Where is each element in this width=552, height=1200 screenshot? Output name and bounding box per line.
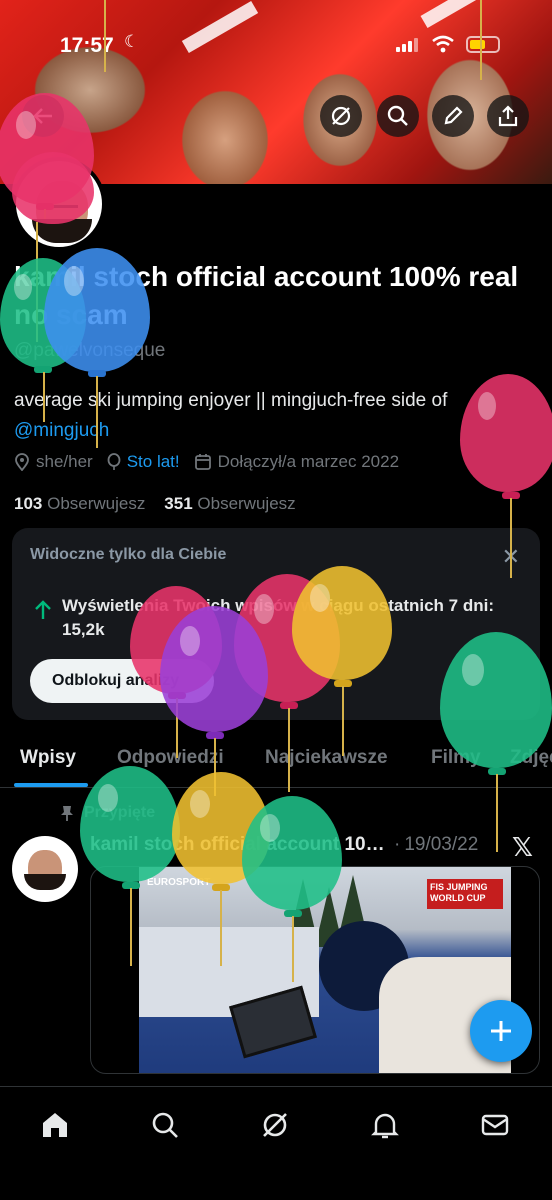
following-stat[interactable]: 103 Obserwujesz bbox=[14, 494, 145, 513]
tab-replies[interactable]: Odpowiedzi bbox=[117, 747, 224, 769]
active-tab-indicator bbox=[14, 783, 88, 787]
status-time: 17:57 bbox=[60, 34, 114, 57]
analytics-card-text: Wyświetlenia Twoich wpisów w ciągu ostat… bbox=[62, 596, 494, 639]
pin-icon bbox=[61, 806, 73, 821]
nav-grok[interactable] bbox=[255, 1105, 295, 1145]
profile-meta: she/her Sto lat! Dołączył/a marzec 2022 bbox=[14, 452, 413, 472]
wifi-icon bbox=[431, 34, 455, 59]
banner-flag-stripe bbox=[420, 0, 480, 29]
profile-handle: @pawelvonseque bbox=[14, 340, 166, 361]
status-bar: 17:57 ☾ bbox=[0, 30, 552, 60]
post-date[interactable]: 19/03/22 bbox=[404, 834, 478, 856]
profile-display-name: kamil stoch official account 100% real n… bbox=[14, 261, 519, 330]
media-logo: EUROSPORT bbox=[147, 877, 211, 888]
analytics-card-title: Widoczne tylko dla Ciebie bbox=[30, 546, 227, 563]
balloon-icon bbox=[107, 453, 121, 470]
share-button[interactable] bbox=[487, 95, 529, 137]
moon-icon: ☾ bbox=[124, 32, 140, 51]
grok-icon bbox=[263, 1113, 287, 1137]
signal-icon bbox=[396, 38, 418, 52]
nav-notifications[interactable] bbox=[365, 1105, 405, 1145]
close-icon[interactable]: ✕ bbox=[502, 544, 520, 570]
location-pin-icon bbox=[15, 453, 29, 471]
calendar-icon bbox=[194, 454, 211, 470]
bio-mention-link[interactable]: @mingjuch bbox=[14, 420, 109, 441]
unlock-analytics-button[interactable]: Odblokuj analizy bbox=[30, 659, 214, 703]
grok-button[interactable] bbox=[320, 95, 362, 137]
battery-icon bbox=[466, 36, 500, 53]
follow-stats: 103 Obserwujesz 351 Obserwujesz bbox=[14, 494, 296, 514]
post-separator: · bbox=[394, 834, 401, 855]
post-photo: EUROSPORT FIS JUMPING WORLD CUP bbox=[139, 867, 511, 1073]
pinned-label: Przypięte bbox=[60, 804, 155, 822]
bell-icon bbox=[371, 1113, 399, 1139]
profile-banner[interactable] bbox=[0, 0, 552, 184]
plus-icon bbox=[491, 1021, 511, 1041]
media-banner-text: FIS JUMPING WORLD CUP bbox=[427, 879, 503, 909]
grok-icon bbox=[331, 106, 351, 126]
arrow-up-icon bbox=[35, 600, 51, 619]
profile-bio: average ski jumping enjoyer || mingjuch-… bbox=[14, 386, 544, 446]
search-icon bbox=[387, 105, 408, 126]
tab-highlights[interactable]: Najciekawsze bbox=[265, 747, 388, 769]
home-icon bbox=[43, 1113, 67, 1137]
nav-explore[interactable] bbox=[145, 1105, 185, 1145]
pencil-icon bbox=[444, 106, 463, 125]
meta-joined: Dołączył/a marzec 2022 bbox=[194, 452, 399, 472]
share-icon bbox=[498, 105, 518, 127]
edit-button[interactable] bbox=[432, 95, 474, 137]
compose-button[interactable] bbox=[470, 1000, 532, 1062]
profile-tabs: Wpisy Odpowiedzi Najciekawsze Filmy Zdję… bbox=[0, 738, 552, 788]
post-author-avatar[interactable] bbox=[12, 836, 78, 902]
x-logo-icon[interactable]: 𝕏 bbox=[512, 832, 533, 863]
nav-messages[interactable] bbox=[475, 1105, 515, 1145]
mail-icon bbox=[481, 1114, 509, 1136]
search-button[interactable] bbox=[377, 95, 419, 137]
post-header: kamil stoch official account 100% real n… bbox=[90, 834, 500, 856]
bio-text: average ski jumping enjoyer || mingjuch-… bbox=[14, 390, 448, 411]
nav-home[interactable] bbox=[35, 1105, 75, 1145]
bottom-nav bbox=[0, 1086, 552, 1200]
tab-photos[interactable]: Zdjęcia bbox=[510, 747, 552, 769]
analytics-card: Widoczne tylko dla Ciebie ✕ Wyświetlenia… bbox=[12, 528, 540, 720]
tab-videos[interactable]: Filmy bbox=[431, 747, 481, 769]
tab-posts[interactable]: Wpisy bbox=[20, 747, 76, 769]
post-author-name[interactable]: kamil stoch official account 100% real n… bbox=[90, 834, 390, 856]
arrow-left-icon bbox=[33, 108, 52, 124]
followers-stat[interactable]: 351 Obserwujesz bbox=[164, 494, 295, 513]
search-icon bbox=[152, 1112, 178, 1138]
meta-birthday[interactable]: Sto lat! bbox=[107, 452, 180, 472]
meta-pronouns: she/her bbox=[14, 452, 93, 472]
back-button[interactable] bbox=[22, 95, 64, 137]
profile-avatar[interactable] bbox=[12, 157, 106, 251]
